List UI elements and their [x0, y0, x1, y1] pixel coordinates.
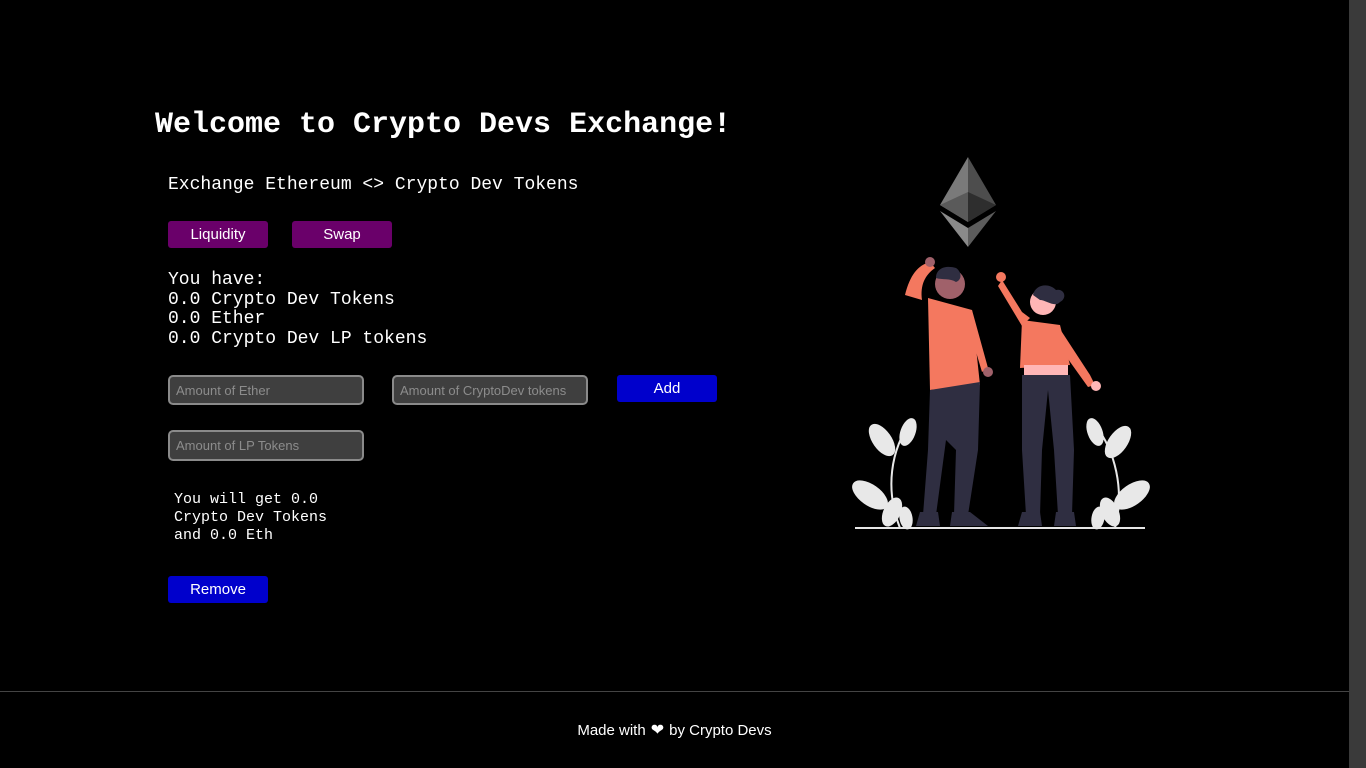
add-liquidity-button[interactable]: Add	[617, 375, 717, 402]
ethereum-celebration-illustration	[852, 157, 1150, 530]
main-content: Welcome to Crypto Devs Exchange! Exchang…	[0, 0, 1349, 691]
ether-balance: 0.0 Ether	[168, 309, 266, 329]
remove-preview: You will get 0.0 Crypto Dev Tokens and 0…	[174, 491, 327, 545]
vertical-scrollbar[interactable]	[1349, 0, 1366, 768]
liquidity-tab-button[interactable]: Liquidity	[168, 221, 268, 248]
cd-token-amount-input[interactable]	[392, 375, 588, 405]
lp-token-balance: 0.0 Crypto Dev LP tokens	[168, 328, 428, 349]
page-title: Welcome to Crypto Devs Exchange!	[155, 108, 732, 142]
page-subtitle: Exchange Ethereum <> Crypto Dev Tokens	[168, 175, 579, 195]
man-figure	[905, 257, 993, 526]
footer-by: by Crypto Devs	[669, 721, 772, 739]
remove-liquidity-button[interactable]: Remove	[168, 576, 268, 603]
balances-heading: You have:	[168, 270, 266, 290]
ethereum-logo-icon	[940, 157, 996, 247]
receive-line-1: You will get 0.0	[174, 491, 319, 508]
footer-made-with: Made with	[577, 721, 646, 739]
lp-token-amount-input[interactable]	[168, 430, 364, 461]
footer: Made with ❤ by Crypto Devs	[0, 691, 1349, 768]
receive-line-3: and 0.0 Eth	[174, 527, 274, 544]
heart-icon: ❤	[650, 722, 665, 739]
swap-tab-button[interactable]: Swap	[292, 221, 392, 248]
cd-token-balance: 0.0 Crypto Dev Tokens	[168, 289, 395, 310]
receive-line-2: Crypto Dev Tokens	[174, 509, 328, 526]
ether-amount-input[interactable]	[168, 375, 364, 405]
woman-figure	[996, 272, 1101, 526]
balances-panel: You have: 0.0 Crypto Dev Tokens 0.0 Ethe…	[168, 270, 428, 349]
